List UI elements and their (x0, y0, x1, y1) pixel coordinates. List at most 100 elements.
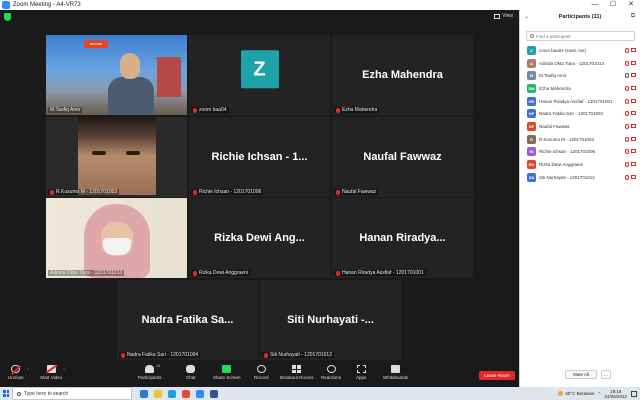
video-tile-taufiq[interactable]: BAKARE M.Taufiq Amir (46, 35, 187, 115)
participant-row[interactable]: RI Richie Ichsan - 1201701006 (520, 146, 640, 159)
word-app-icon[interactable] (210, 389, 218, 398)
record-button[interactable]: Record (254, 365, 269, 380)
mic-muted-icon[interactable] (625, 60, 629, 66)
video-off-icon[interactable] (631, 47, 636, 52)
tile-display-name: Ezha Mahendra (362, 69, 443, 81)
notification-center-icon[interactable] (631, 390, 637, 397)
window-controls: — ☐ ✕ (586, 0, 640, 10)
mic-muted-icon[interactable] (625, 98, 629, 104)
gallery-view-icon (494, 13, 501, 19)
participant-list: Zzoom baa04 (Host, me) A Adinda Okta Tiara… (520, 44, 640, 184)
tile-display-name: Rizka Dewi Ang... (214, 232, 305, 244)
participant-search-input[interactable] (536, 33, 631, 39)
mic-muted-icon[interactable] (625, 85, 629, 91)
breakout-rooms-button[interactable]: Breakout Rooms (280, 365, 314, 380)
video-tile-kusumo[interactable]: R.Kusumo M - 1201701003 (46, 117, 187, 197)
video-off-icon[interactable] (631, 123, 636, 128)
participant-row[interactable]: NF Nadra Fatika Sari - 1201701004 (520, 107, 640, 120)
participant-row[interactable]: EM Ezha Mahendra (520, 82, 640, 95)
video-tile-rizka[interactable]: Rizka Dewi Ang... Rizka Dewi Anggraeni (189, 198, 330, 278)
participant-search[interactable] (526, 31, 635, 41)
minimize-button[interactable]: — (586, 0, 604, 10)
whiteboards-button[interactable]: Whiteboards (383, 365, 408, 380)
mic-muted-icon[interactable] (625, 111, 629, 117)
clock-date: 24/05/2022 (604, 393, 627, 399)
participant-avatar: RD (527, 160, 536, 170)
video-tile-zoom-baa04[interactable]: Z zoom baa04 (189, 35, 330, 115)
video-tile-naufal[interactable]: Naufal Fawwaz Naufal Fawwaz (332, 117, 473, 197)
participant-status (625, 73, 636, 79)
mic-muted-icon[interactable] (625, 47, 629, 53)
video-options-caret-icon[interactable]: ^ (63, 367, 65, 372)
taskbar-clock[interactable]: 19:15 24/05/2022 (604, 389, 627, 399)
chat-icon (186, 365, 196, 373)
mic-muted-icon[interactable] (625, 162, 629, 168)
mic-on-icon[interactable] (625, 73, 629, 79)
participant-row[interactable]: M M.Taufiq Amir (520, 69, 640, 82)
share-screen-button[interactable]: Share Screen (213, 365, 241, 380)
close-window-button[interactable]: ✕ (622, 0, 640, 10)
tile-name-caption: Adinda Okta Tiara - 1201701013 (48, 270, 125, 276)
leave-room-button[interactable]: Leave Room (479, 371, 515, 380)
reactions-button[interactable]: Reactions (321, 365, 341, 380)
participants-button[interactable]: 11 Participants (138, 363, 162, 380)
tray-expand-icon[interactable]: ^ (598, 391, 600, 396)
participant-avatar: RI (527, 147, 536, 157)
unmute-button[interactable]: Unmute (8, 365, 24, 380)
tile-name-caption: Rizka Dewi Anggraeni (191, 270, 250, 276)
weather-widget[interactable]: 30°C Berawan (558, 391, 594, 396)
participant-row[interactable]: R R.Kusumo M - 1201701003 (520, 133, 640, 146)
video-tile-adinda[interactable]: Adinda Okta Tiara - 1201701013 (46, 198, 187, 278)
video-off-icon[interactable] (631, 149, 636, 154)
popout-panel-icon[interactable]: ⧉ (631, 13, 635, 20)
windows-start-icon[interactable] (0, 387, 12, 400)
video-off-icon[interactable] (631, 174, 636, 179)
maximize-button[interactable]: ☐ (604, 0, 622, 10)
participant-row[interactable]: A Adinda Okta Tiara - 1201701013 (520, 57, 640, 70)
video-tile-hanan[interactable]: Hanan Riradya... Hanan Riradya Assfiaf -… (332, 198, 473, 278)
video-off-icon[interactable] (631, 111, 636, 116)
participant-video (46, 198, 187, 278)
background-building (157, 57, 181, 97)
video-tile-ezha[interactable]: Ezha Mahendra Ezha Mahendra (332, 35, 473, 115)
chrome-browser-icon[interactable] (182, 389, 190, 398)
view-button[interactable]: View (494, 13, 513, 19)
mic-muted-icon[interactable] (625, 174, 629, 180)
audio-options-caret-icon[interactable]: ^ (27, 367, 29, 372)
encryption-shield-icon[interactable] (4, 13, 11, 21)
participant-status (625, 149, 636, 155)
task-view-icon[interactable] (140, 389, 148, 398)
video-off-icon[interactable] (631, 85, 636, 90)
title-bar: Zoom Meeting - A4-VR73 — ☐ ✕ (0, 0, 640, 10)
video-tile-richie[interactable]: Richie Ichsan - 1... Richie Ichsan - 120… (189, 117, 330, 197)
more-options-button[interactable]: ... (601, 370, 611, 379)
taskbar-search[interactable]: Type here to search (12, 387, 132, 400)
file-explorer-icon[interactable] (154, 389, 162, 398)
participant-row[interactable]: HR Hanan Riradya Assfiaf - 1201701001 (520, 95, 640, 108)
zoom-taskbar-icon[interactable] (196, 389, 204, 398)
mute-all-button[interactable]: Mute All (565, 370, 597, 379)
video-tile-nadra[interactable]: Nadra Fatika Sa... Nadra Fatika Sari - 1… (117, 280, 258, 360)
participant-row[interactable]: SN Siti Nurhayati - 1201701012 (520, 171, 640, 184)
participant-status (625, 123, 636, 129)
mic-muted-icon[interactable] (625, 123, 629, 129)
muted-mic-icon (193, 189, 197, 195)
window-title: Zoom Meeting - A4-VR73 (13, 2, 81, 8)
participant-row[interactable]: NF Naufal Fawwaz (520, 120, 640, 133)
video-off-icon[interactable] (631, 73, 636, 78)
participant-status (625, 174, 636, 180)
edge-browser-icon[interactable] (168, 389, 176, 398)
tile-name-caption: R.Kusumo M - 1201701003 (48, 189, 120, 195)
mic-muted-icon[interactable] (625, 149, 629, 155)
mic-muted-icon[interactable] (625, 136, 629, 142)
video-tile-siti[interactable]: Siti Nurhayati -... Siti Nurhayati - 120… (260, 280, 401, 360)
video-off-icon[interactable] (631, 136, 636, 141)
participant-row[interactable]: Zzoom baa04 (Host, me) (520, 44, 640, 57)
participant-row[interactable]: RD Rizka Dewi Anggraeni (520, 158, 640, 171)
apps-button[interactable]: Apps (356, 365, 366, 380)
video-off-icon[interactable] (631, 60, 636, 65)
start-video-button[interactable]: Start Video (40, 365, 62, 380)
video-off-icon[interactable] (631, 98, 636, 103)
video-off-icon[interactable] (631, 162, 636, 167)
chat-button[interactable]: Chat (186, 365, 196, 380)
